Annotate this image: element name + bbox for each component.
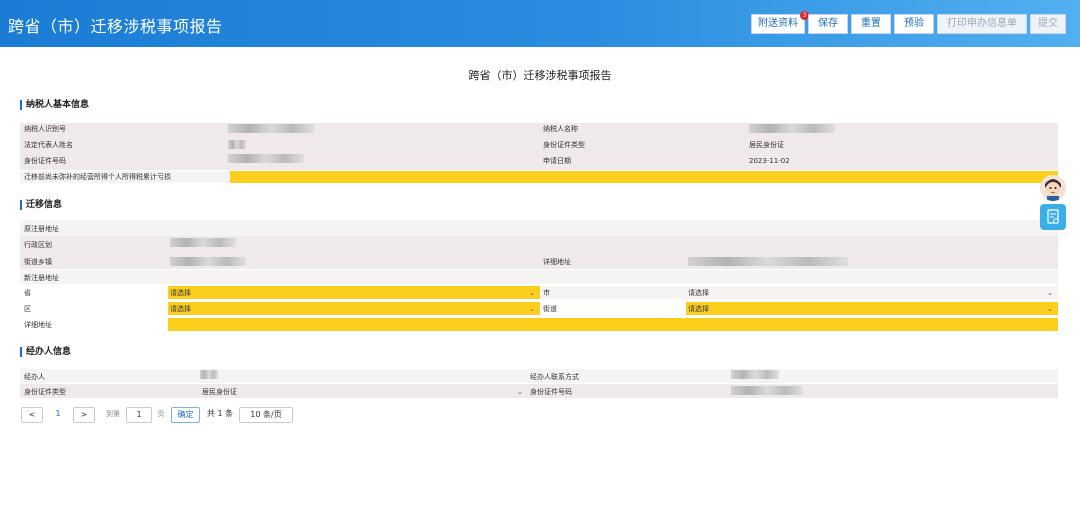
total-count: 共 1 条: [206, 409, 234, 418]
agent-contact-label: 经办人联系方式: [530, 373, 579, 381]
agent-contact-value: [731, 370, 779, 379]
sub-street-select-value: 请选择: [688, 305, 709, 313]
city-row: [540, 286, 1058, 299]
prev-page-button[interactable]: <: [21, 407, 43, 423]
unpaid-loss-label: 迁移前尚未弥补的经营所得个人所得税累计亏损: [24, 173, 171, 181]
id-type-value: 居民身份证: [749, 141, 784, 149]
taxpayer-name-label: 纳税人名称: [543, 125, 578, 133]
taxpayer-id-label: 纳税人识别号: [24, 125, 66, 133]
attach-docs-label: 附送资料: [758, 18, 798, 29]
orig-address-label: 原注册地址: [24, 225, 59, 233]
id-type-label: 身份证件类型: [543, 141, 585, 149]
detail-address-label: 详细地址: [543, 258, 571, 266]
page-size-select[interactable]: 10 条/页: [239, 407, 293, 423]
page-number-1[interactable]: 1: [50, 407, 66, 423]
orig-address-row: [20, 220, 1058, 236]
admin-district-value: [170, 238, 236, 247]
district-chevron-down-icon: ⌄: [529, 305, 535, 313]
taxpayer-name-value: [749, 124, 835, 133]
new-address-row: [20, 270, 1058, 284]
sub-street-select[interactable]: [686, 302, 1058, 315]
unpaid-loss-input[interactable]: [230, 171, 1058, 183]
district-select[interactable]: [168, 302, 540, 315]
id-number-label: 身份证件号码: [24, 157, 66, 165]
apply-date-value: 2023-11-02: [749, 157, 790, 165]
document-title: 跨省（市）迁移涉税事项报告: [468, 69, 612, 82]
province-label: 省: [24, 289, 31, 297]
city-select-value[interactable]: 请选择: [688, 288, 709, 298]
assistant-avatar-icon[interactable]: [1040, 175, 1066, 201]
page-size-value: 10 条/页: [250, 410, 282, 419]
page-unit-label: 页: [157, 410, 165, 418]
agent-id-number-label: 身份证件号码: [530, 388, 572, 396]
attach-docs-button[interactable]: 附送资料 3: [751, 11, 809, 34]
legal-rep-value: [228, 140, 246, 149]
agent-id-type-select[interactable]: 居民身份证: [202, 387, 237, 397]
legal-rep-label: 法定代表人姓名: [24, 141, 73, 149]
section-basic-info: 纳税人基本信息: [20, 100, 89, 110]
agent-label: 经办人: [24, 373, 45, 381]
form-list-icon[interactable]: [1040, 204, 1066, 230]
province-chevron-down-icon: ⌄: [529, 289, 535, 297]
district-select-value: 请选择: [170, 305, 191, 313]
basic-info-block: [20, 123, 1058, 170]
section-migration-info: 迁移信息: [20, 200, 62, 210]
save-button[interactable]: 保存: [808, 14, 848, 34]
agent-name-value: [200, 370, 218, 379]
new-detail-address-label: 详细地址: [24, 321, 52, 329]
apply-date-label: 申请日期: [543, 157, 571, 165]
next-page-button[interactable]: >: [73, 407, 95, 423]
precheck-button[interactable]: 预验: [894, 14, 934, 34]
city-chevron-down-icon: ⌄: [1047, 289, 1053, 297]
goto-label: 到第: [106, 410, 120, 418]
goto-page-input[interactable]: 1: [126, 407, 152, 423]
reset-button[interactable]: 重置: [851, 14, 891, 34]
goto-confirm-button[interactable]: 确定: [171, 407, 200, 423]
street-town-label: 街道乡镇: [24, 258, 52, 266]
sub-street-chevron-down-icon: ⌄: [1047, 305, 1053, 313]
new-detail-address-input[interactable]: [168, 318, 1058, 331]
province-select-value: 请选择: [170, 289, 191, 297]
agent-id-type-chevron-down-icon: ⌄: [517, 388, 523, 396]
app: 跨省（市）迁移涉税事项报告 附送资料 3 保存 重置 预验 打印申办信息单 提交…: [0, 0, 1080, 519]
new-address-label: 新注册地址: [24, 274, 59, 282]
submit-button[interactable]: 提交: [1030, 14, 1066, 34]
section-agent-info: 经办人信息: [20, 347, 71, 357]
detail-address-value: [688, 257, 848, 266]
taxpayer-id-value: [228, 124, 314, 133]
admin-district-label: 行政区划: [24, 241, 52, 249]
street-town-value: [170, 257, 246, 266]
agent-id-type-label: 身份证件类型: [24, 388, 66, 396]
id-number-value: [228, 154, 304, 163]
sub-street-label: 街道: [543, 305, 557, 313]
city-label: 市: [543, 289, 550, 297]
agent-id-number-value: [731, 386, 803, 395]
header-title: 跨省（市）迁移涉税事项报告: [8, 17, 223, 36]
district-label: 区: [24, 305, 31, 313]
print-form-button[interactable]: 打印申办信息单: [937, 14, 1027, 34]
header-bar: 跨省（市）迁移涉税事项报告 附送资料 3 保存 重置 预验 打印申办信息单 提交: [0, 0, 1080, 47]
province-select[interactable]: [168, 286, 540, 299]
